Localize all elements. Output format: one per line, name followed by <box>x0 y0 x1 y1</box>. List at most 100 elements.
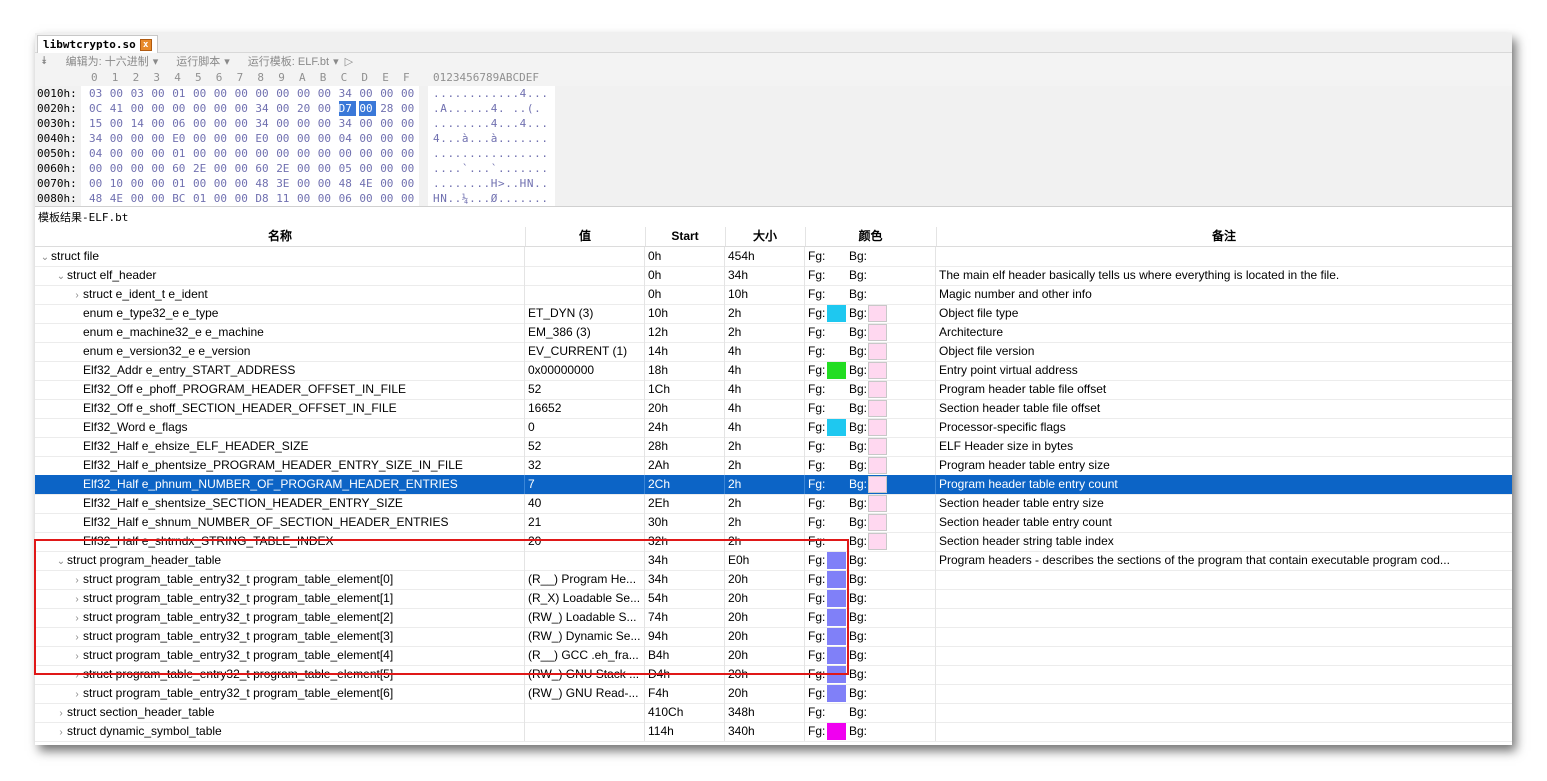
bg-color-swatch[interactable] <box>868 305 887 322</box>
hex-byte[interactable]: 00 <box>214 86 231 101</box>
table-row[interactable]: Elf32_Word e_flags 0 24h 4h Fg: Bg: Processor-… <box>35 418 1512 438</box>
hex-byte[interactable]: 00 <box>235 146 252 161</box>
hex-byte[interactable]: 00 <box>193 101 210 116</box>
run-template-dropdown[interactable]: 运行模板: ELF.bt ▾ <box>248 53 339 69</box>
hex-byte[interactable]: 00 <box>110 146 127 161</box>
hex-byte[interactable]: 00 <box>401 176 418 191</box>
fg-color-swatch[interactable] <box>827 305 846 322</box>
hex-byte[interactable]: 00 <box>359 86 376 101</box>
hex-row[interactable]: 48 4E 00 00 BC 01 00 00 D8 11 00 00 06 00 00 00 <box>81 191 419 206</box>
hex-byte[interactable]: 00 <box>151 101 168 116</box>
hex-byte[interactable]: 00 <box>193 146 210 161</box>
hex-byte[interactable]: 00 <box>297 116 314 131</box>
hex-byte[interactable]: 00 <box>318 101 335 116</box>
hex-byte[interactable]: 00 <box>214 176 231 191</box>
hex-byte[interactable]: 06 <box>172 116 189 131</box>
hex-byte[interactable]: 00 <box>151 191 168 206</box>
hex-byte[interactable]: 00 <box>214 101 231 116</box>
hex-byte[interactable]: 00 <box>110 86 127 101</box>
expand-toggle-icon[interactable]: ⌄ <box>39 248 51 266</box>
hex-byte[interactable]: 00 <box>297 191 314 206</box>
hex-byte[interactable]: 00 <box>276 116 293 131</box>
hex-byte[interactable]: E0 <box>172 131 189 146</box>
ascii-row[interactable]: 4...à...à....... <box>433 131 549 146</box>
bg-color-swatch[interactable] <box>868 457 887 474</box>
hex-byte[interactable]: 60 <box>255 161 272 176</box>
ascii-row[interactable]: ........4...4... <box>433 116 549 131</box>
hex-byte[interactable]: 00 <box>401 146 418 161</box>
hex-byte[interactable]: 04 <box>89 146 106 161</box>
table-row[interactable]: › struct section_header_table 410Ch 348h Fg:… <box>35 703 1512 723</box>
hex-byte[interactable]: 2E <box>276 161 293 176</box>
hex-row[interactable]: 34 00 00 00 E0 00 00 00 E0 00 00 00 04 00 00 00 <box>81 131 419 146</box>
ascii-row[interactable]: HN..¼...Ø....... <box>433 191 549 206</box>
pin-icon[interactable]: ⯯ <box>41 55 48 68</box>
hex-byte[interactable]: 41 <box>110 101 127 116</box>
hex-byte[interactable]: 0C <box>89 101 106 116</box>
run-script-dropdown[interactable]: 运行脚本 ▾ <box>176 53 230 69</box>
hex-byte[interactable]: 00 <box>131 191 148 206</box>
hex-row[interactable]: 04 00 00 00 01 00 00 00 00 00 00 00 00 00 00 00 <box>81 146 419 161</box>
play-icon[interactable]: ▷ <box>345 55 353 68</box>
hex-row[interactable]: 15 00 14 00 06 00 00 00 34 00 00 00 34 00 00 00 <box>81 116 419 131</box>
bg-color-swatch[interactable] <box>868 514 887 531</box>
table-row[interactable]: Elf32_Off e_phoff_PROGRAM_HEADER_OFFSET_… <box>35 380 1512 400</box>
hex-byte[interactable]: 00 <box>359 131 376 146</box>
hex-byte[interactable]: 00 <box>214 146 231 161</box>
hex-byte[interactable]: 00 <box>318 131 335 146</box>
hex-byte[interactable]: 00 <box>235 86 252 101</box>
fg-color-swatch[interactable] <box>827 685 846 702</box>
hex-byte[interactable]: 00 <box>193 176 210 191</box>
hex-byte[interactable]: 00 <box>380 161 397 176</box>
fg-color-swatch[interactable] <box>827 362 846 379</box>
hex-byte[interactable]: 00 <box>193 131 210 146</box>
fg-color-swatch[interactable] <box>827 419 846 436</box>
hex-byte[interactable]: 00 <box>89 161 106 176</box>
hex-byte[interactable]: 00 <box>131 176 148 191</box>
hex-byte[interactable]: 00 <box>297 161 314 176</box>
table-row[interactable]: Elf32_Half e_shnum_NUMBER_OF_SECTION_HEA… <box>35 513 1512 533</box>
bg-color-swatch[interactable] <box>868 343 887 360</box>
hex-byte[interactable]: 00 <box>276 101 293 116</box>
hex-byte[interactable]: 00 <box>276 86 293 101</box>
table-row[interactable]: enum e_machine32_e e_machine EM_386 (3) 12… <box>35 323 1512 343</box>
hex-byte[interactable]: 00 <box>276 146 293 161</box>
hex-byte[interactable]: 48 <box>255 176 272 191</box>
hex-row[interactable]: 03 00 03 00 01 00 00 00 00 00 00 00 34 00 00 00 <box>81 86 419 101</box>
hex-byte[interactable]: 00 <box>214 161 231 176</box>
hex-byte[interactable]: 00 <box>297 176 314 191</box>
hex-byte[interactable]: 00 <box>380 146 397 161</box>
hex-byte[interactable]: 00 <box>359 161 376 176</box>
hex-byte[interactable]: 00 <box>318 191 335 206</box>
table-row[interactable]: Elf32_Half e_phnum_NUMBER_OF_PROGRAM_HEA… <box>35 475 1512 495</box>
hex-byte[interactable]: 00 <box>380 176 397 191</box>
hex-byte[interactable]: 48 <box>339 176 356 191</box>
hex-byte[interactable]: 00 <box>89 176 106 191</box>
hex-byte[interactable]: 00 <box>235 131 252 146</box>
hex-byte[interactable]: 00 <box>151 131 168 146</box>
ascii-row[interactable]: .A......4. ..(. <box>433 101 541 116</box>
hex-byte[interactable]: 00 <box>359 146 376 161</box>
hex-byte[interactable]: 00 <box>235 161 252 176</box>
hex-byte[interactable]: 3E <box>276 176 293 191</box>
hex-byte[interactable]: 00 <box>235 176 252 191</box>
hex-byte[interactable]: BC <box>172 191 189 206</box>
table-row[interactable]: enum e_version32_e e_version EV_CURRENT (… <box>35 342 1512 362</box>
hex-byte[interactable]: 2E <box>193 161 210 176</box>
hex-byte[interactable]: 00 <box>255 146 272 161</box>
expand-toggle-icon[interactable]: › <box>55 704 67 722</box>
header-size[interactable]: 大小 <box>725 227 806 246</box>
header-name[interactable]: 名称 <box>35 227 526 246</box>
hex-byte[interactable]: 01 <box>193 191 210 206</box>
bg-color-swatch[interactable] <box>868 400 887 417</box>
table-row[interactable]: Elf32_Half e_phentsize_PROGRAM_HEADER_EN… <box>35 456 1512 476</box>
hex-byte[interactable]: 00 <box>214 131 231 146</box>
hex-byte[interactable]: 00 <box>131 161 148 176</box>
hex-byte[interactable]: 05 <box>339 161 356 176</box>
hex-byte[interactable]: 00 <box>401 116 418 131</box>
bg-color-swatch[interactable] <box>868 495 887 512</box>
hex-view[interactable]: 0010h: 0020h: 0030h: 0040h: 0050h: 0060h: 0070… <box>35 86 1512 206</box>
table-row[interactable]: Elf32_Addr e_entry_START_ADDRESS 0x000000… <box>35 361 1512 381</box>
ascii-row[interactable]: ........H>..HN.. <box>433 176 549 191</box>
hex-byte[interactable]: 00 <box>131 131 148 146</box>
